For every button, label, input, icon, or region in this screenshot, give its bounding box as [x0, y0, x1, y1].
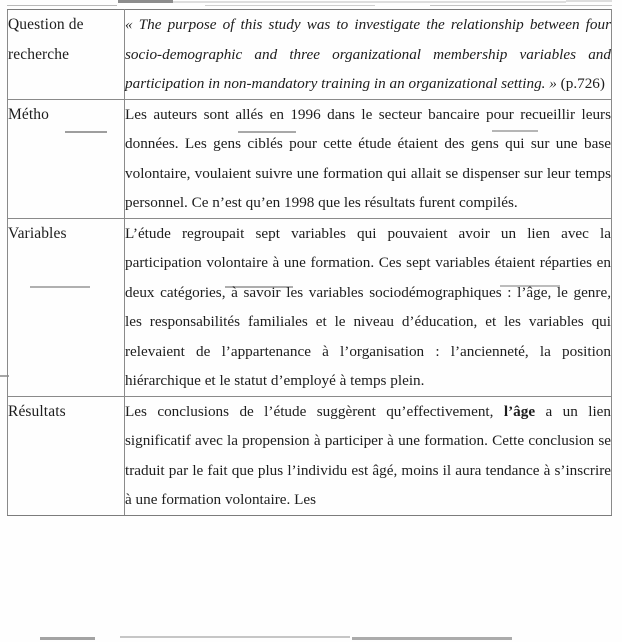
row-content-cell: L’étude regroupait sept variables qui po…	[124, 217, 612, 397]
scan-artifact-top-4	[7, 5, 117, 6]
row-label-question-de-recherche: Question de recherche	[8, 16, 84, 63]
methodology-text: Les auteurs sont allés en 1996 dans le s…	[125, 105, 611, 212]
row-label-cell: Question de recherche	[7, 9, 125, 100]
scan-artifact-top-3	[566, 0, 612, 2]
table-row: Métho Les auteurs sont allés en 1996 dan…	[7, 98, 612, 219]
table-row: Résultats Les conclusions de l’étude sug…	[7, 395, 612, 516]
scan-artifact-bottom-2	[120, 636, 350, 638]
row-label-cell: Résultats	[7, 395, 125, 516]
row-label-cell: Métho	[7, 98, 125, 219]
row-label-resultats: Résultats	[8, 402, 66, 420]
results-text-before-emphasis: Les conclusions de l’étude suggèrent qu’…	[125, 402, 504, 420]
row-content-cell: Les auteurs sont allés en 1996 dans le s…	[124, 98, 612, 219]
variables-text: L’étude regroupait sept variables qui po…	[125, 224, 611, 390]
table-row: Question de recherche « The purpose of t…	[7, 9, 612, 100]
scan-artifact-top-2	[173, 1, 566, 3]
scan-artifact-top-5	[205, 5, 375, 6]
research-question-quote: « The purpose of this study was to inves…	[125, 16, 611, 92]
scan-artifact-top-6	[430, 5, 612, 6]
research-summary-table: Question de recherche « The purpose of t…	[7, 9, 612, 516]
table-row: Variables L’étude regroupait sept variab…	[7, 217, 612, 397]
table-body: Question de recherche « The purpose of t…	[7, 9, 612, 516]
row-label-metho: Métho	[8, 105, 49, 123]
row-content-cell: Les conclusions de l’étude suggèrent qu’…	[124, 395, 612, 516]
row-content-cell: « The purpose of this study was to inves…	[124, 9, 612, 100]
scan-artifact-bottom-1	[40, 637, 95, 640]
scan-artifact-top-1	[118, 0, 173, 3]
results-emphasis-lage: l’âge	[503, 402, 536, 420]
scanned-page: Question de recherche « The purpose of t…	[0, 0, 622, 642]
row-label-variables: Variables	[8, 224, 67, 242]
research-question-page-reference: (p.726)	[556, 75, 605, 92]
scan-artifact-bottom-3	[352, 637, 512, 640]
row-label-cell: Variables	[7, 217, 125, 397]
